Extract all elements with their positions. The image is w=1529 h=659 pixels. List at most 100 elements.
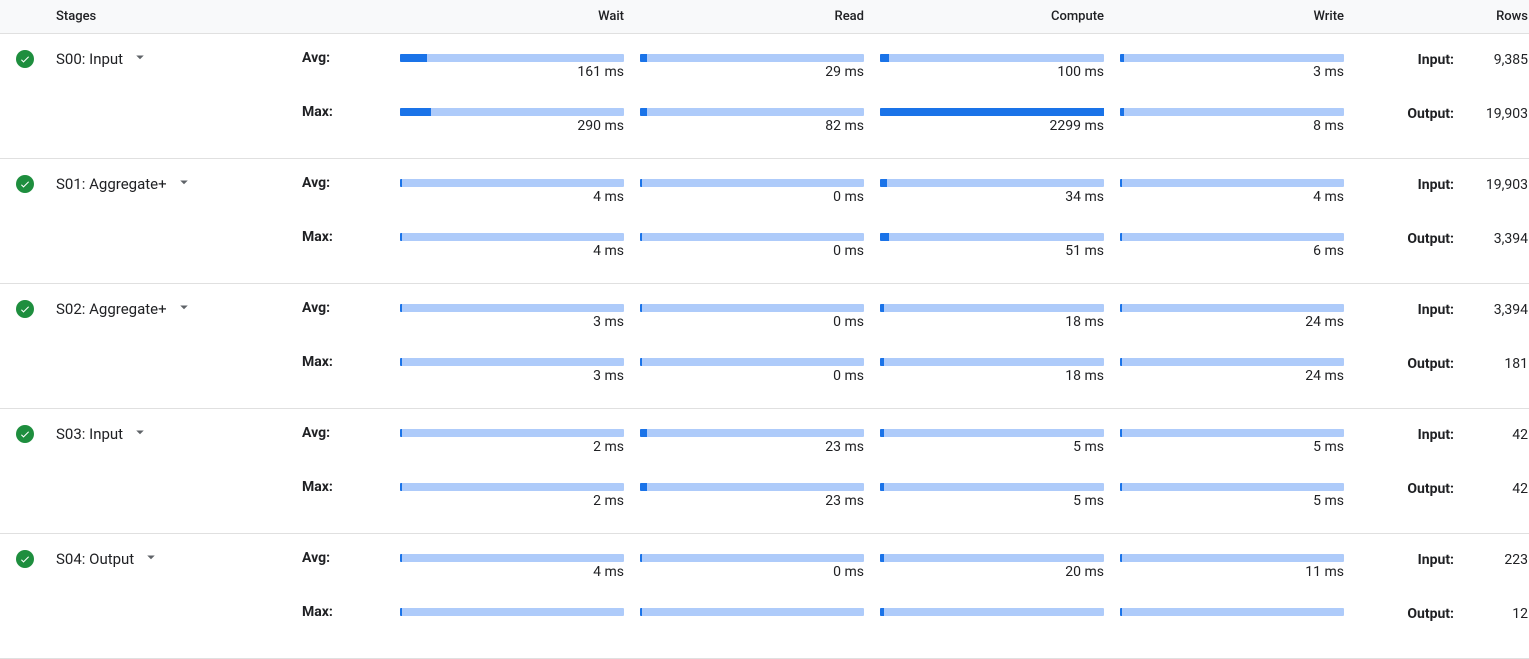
check-icon <box>16 425 34 443</box>
avg-label: Avg: <box>300 548 400 566</box>
bar-value: 3 ms <box>1120 64 1344 80</box>
bar-value: 4 ms <box>400 564 624 580</box>
bar-track <box>880 429 1104 437</box>
avg-label: Avg: <box>300 48 400 66</box>
bar-track <box>1120 483 1344 491</box>
check-icon <box>16 550 34 568</box>
max-label: Max: <box>300 477 400 495</box>
metric-bar: 2299 ms <box>880 102 1120 134</box>
metric-bar: 23 ms <box>640 477 880 509</box>
metric-bar: 5 ms <box>1120 423 1360 455</box>
input-label: Input: <box>1360 548 1460 568</box>
metric-bar: 4 ms <box>400 173 640 205</box>
bar-track <box>1120 108 1344 116</box>
stage-toggle[interactable]: S03: Input <box>50 423 300 445</box>
table-header: Stages Wait Read Compute Write Rows <box>0 0 1529 34</box>
col-wait[interactable]: Wait <box>400 9 640 24</box>
bar-value: 11 ms <box>1120 564 1344 580</box>
stage-toggle[interactable]: S00: Input <box>50 48 300 70</box>
max-label: Max: <box>300 102 400 120</box>
bar-value: 34 ms <box>880 189 1104 205</box>
bar-value: 24 ms <box>1120 368 1344 384</box>
metric-bar: 0 ms <box>640 548 880 580</box>
metric-bar: 82 ms <box>640 102 880 134</box>
bar-track <box>400 304 624 312</box>
status-cell <box>0 423 50 443</box>
col-write[interactable]: Write <box>1120 9 1360 24</box>
output-label: Output: <box>1360 602 1460 622</box>
metric-bar: 8 ms <box>1120 102 1360 134</box>
bar-value: 29 ms <box>640 64 864 80</box>
metric-bar: 11 ms <box>1120 548 1360 580</box>
bar-track <box>400 483 624 491</box>
metric-bar: 18 ms <box>880 352 1120 384</box>
bar-value: 24 ms <box>1120 314 1344 330</box>
metric-bar: 100 ms <box>880 48 1120 80</box>
stage-toggle[interactable]: S01: Aggregate+ <box>50 173 300 195</box>
stage-label: S00: Input <box>56 50 123 68</box>
bar-value: 23 ms <box>640 439 864 455</box>
status-cell <box>0 548 50 568</box>
bar-track <box>1120 608 1344 616</box>
bar-track <box>640 429 864 437</box>
bar-value: 100 ms <box>880 64 1104 80</box>
bar-track <box>880 233 1104 241</box>
chevron-down-icon <box>175 298 193 320</box>
col-compute[interactable]: Compute <box>880 9 1120 24</box>
stage-row: S02: Aggregate+Avg:3 ms0 ms18 ms24 msInp… <box>0 284 1529 409</box>
bar-track <box>880 304 1104 312</box>
output-value: 19,903 <box>1460 102 1529 122</box>
stage-row: S00: InputAvg:161 ms29 ms100 ms3 msInput… <box>0 34 1529 159</box>
stage-toggle[interactable]: S04: Output <box>50 548 300 570</box>
bar-track <box>880 358 1104 366</box>
metric-bar: 0 ms <box>640 352 880 384</box>
input-value: 9,385 <box>1460 48 1529 68</box>
metric-bar: 5 ms <box>1120 477 1360 509</box>
bar-track <box>640 554 864 562</box>
stage-label: S04: Output <box>56 550 134 568</box>
stage-label: S03: Input <box>56 425 123 443</box>
col-read[interactable]: Read <box>640 9 880 24</box>
bar-track <box>400 54 624 62</box>
col-rows[interactable]: Rows <box>1460 9 1529 24</box>
input-value: 42 <box>1460 423 1529 443</box>
bar-value: 2 ms <box>400 493 624 509</box>
output-value: 181 <box>1460 352 1529 372</box>
bar-track <box>1120 54 1344 62</box>
bar-track <box>400 179 624 187</box>
metric-bar: 0 ms <box>640 227 880 259</box>
check-icon <box>16 50 34 68</box>
metric-bar <box>1120 602 1360 618</box>
metric-bar: 0 ms <box>640 298 880 330</box>
col-stages[interactable]: Stages <box>50 9 300 24</box>
output-label: Output: <box>1360 102 1460 122</box>
bar-track <box>1120 304 1344 312</box>
bar-track <box>640 358 864 366</box>
bar-track <box>1120 554 1344 562</box>
metric-bar: 3 ms <box>400 352 640 384</box>
stage-row: S01: Aggregate+Avg:4 ms0 ms34 ms4 msInpu… <box>0 159 1529 284</box>
bar-value: 4 ms <box>1120 189 1344 205</box>
stage-toggle[interactable]: S02: Aggregate+ <box>50 298 300 320</box>
bar-value: 18 ms <box>880 314 1104 330</box>
bar-value: 4 ms <box>400 243 624 259</box>
bar-track <box>1120 233 1344 241</box>
input-value: 3,394 <box>1460 298 1529 318</box>
output-value: 3,394 <box>1460 227 1529 247</box>
metric-bar: 4 ms <box>400 227 640 259</box>
bar-value: 5 ms <box>1120 493 1344 509</box>
status-cell <box>0 298 50 318</box>
input-value: 223 <box>1460 548 1529 568</box>
input-label: Input: <box>1360 173 1460 193</box>
input-label: Input: <box>1360 48 1460 68</box>
bar-value: 82 ms <box>640 118 864 134</box>
stage-row: S03: InputAvg:2 ms23 ms5 ms5 msInput:42M… <box>0 409 1529 534</box>
bar-track <box>640 233 864 241</box>
bar-track <box>880 179 1104 187</box>
metric-bar: 24 ms <box>1120 298 1360 330</box>
bar-value: 3 ms <box>400 314 624 330</box>
check-icon <box>16 175 34 193</box>
bar-track <box>640 483 864 491</box>
bar-track <box>400 608 624 616</box>
input-label: Input: <box>1360 423 1460 443</box>
